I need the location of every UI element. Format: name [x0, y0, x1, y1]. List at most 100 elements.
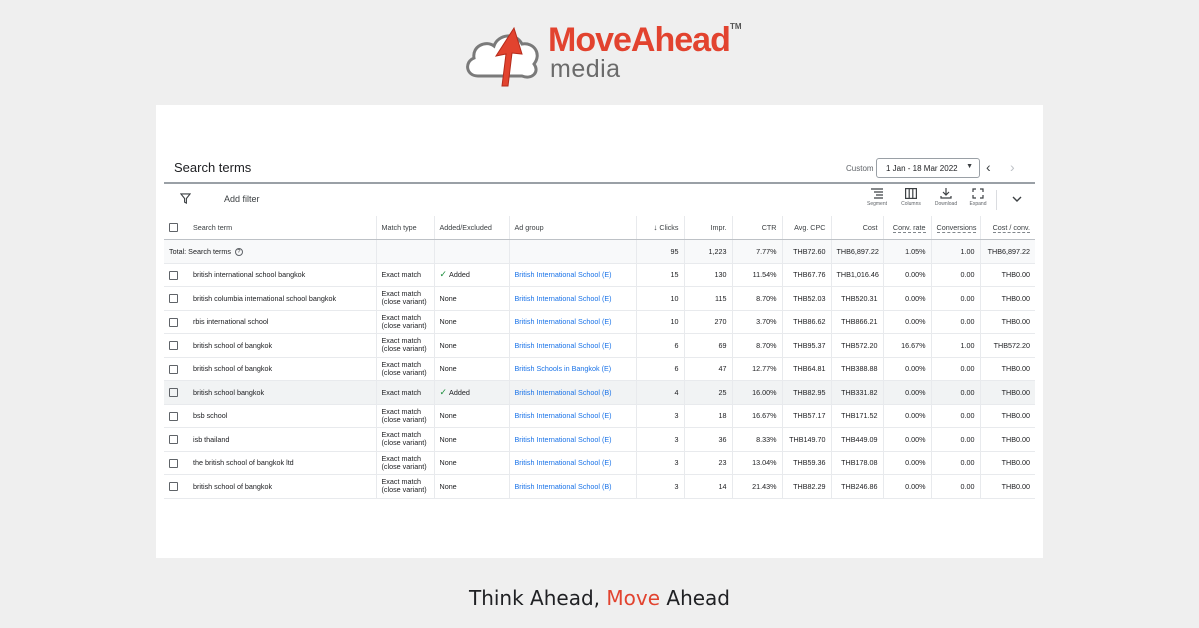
added-status: None	[439, 411, 457, 421]
ctr-value: 16.00%	[752, 387, 777, 397]
cell-added-excluded: None	[433, 451, 509, 475]
ctr-value: 8.70%	[756, 340, 777, 350]
cost-conv-value: THB0.00	[1001, 317, 1030, 327]
cell-conv-rate: 0.00%	[882, 310, 931, 334]
cell-avg-cpc: THB67.76	[781, 263, 831, 287]
col-ad-group[interactable]: Ad group	[508, 216, 636, 240]
add-filter-button[interactable]: Add filter	[224, 194, 260, 204]
table-row[interactable]: british school of bangkok Exact match (clo…	[164, 333, 1035, 358]
ad-group-link[interactable]: British International School (E)	[515, 317, 612, 326]
col-match-type[interactable]: Match type	[375, 216, 434, 240]
cell-avg-cpc: THB86.62	[781, 310, 831, 334]
cell-impr: 47	[683, 357, 732, 381]
col-search-term[interactable]: Search term	[188, 216, 376, 240]
cost-value: THB449.09	[841, 434, 878, 444]
impr-value: 18	[718, 411, 727, 421]
ad-group-link[interactable]: British International School (E)	[515, 341, 612, 350]
columns-button[interactable]: Columns	[896, 188, 926, 207]
cell-conversions: 0.00	[930, 404, 980, 428]
date-range-selector[interactable]: 1 Jan - 18 Mar 2022 ▼	[876, 158, 980, 178]
row-checkbox[interactable]	[169, 270, 178, 280]
ad-group-link[interactable]: British International School (B)	[515, 388, 612, 397]
cell-search-term: british international school bangkok	[188, 263, 376, 287]
table-row[interactable]: british international school bangkok Exac…	[164, 263, 1035, 287]
col-ctr[interactable]: CTR	[731, 216, 782, 240]
clicks-value: 6	[674, 364, 679, 374]
ad-group-link[interactable]: British International School (E)	[515, 270, 612, 279]
row-checkbox[interactable]	[169, 482, 178, 492]
match-type-line2: (close variant)	[381, 344, 427, 354]
row-checkbox[interactable]	[169, 341, 178, 351]
chevron-left-icon[interactable]: ‹	[986, 159, 991, 175]
col-clicks[interactable]: ↓ Clicks	[635, 216, 684, 240]
search-term: british school of bangkok	[193, 340, 273, 350]
row-checkbox[interactable]	[169, 294, 178, 304]
cell-cost: THB246.86	[830, 474, 883, 499]
cell-conversions: 0.00	[930, 310, 980, 334]
cell-clicks: 10	[635, 286, 684, 311]
row-checkbox[interactable]	[169, 458, 178, 468]
ctr-value: 21.43%	[752, 481, 777, 491]
row-checkbox[interactable]	[169, 364, 178, 374]
cell-added-excluded: None	[433, 427, 509, 452]
ad-group-link[interactable]: British International School (E)	[515, 435, 612, 444]
col-cost[interactable]: Cost	[830, 216, 883, 240]
chevron-right-icon[interactable]: ›	[1010, 159, 1015, 175]
table-row[interactable]: isb thailand Exact match (close variant) No…	[164, 427, 1035, 452]
ad-group-link[interactable]: British International School (B)	[515, 482, 612, 491]
col-added-excluded[interactable]: Added/Excluded	[433, 216, 509, 240]
match-type-line2: (close variant)	[381, 320, 427, 330]
ad-group-link[interactable]: British International School (E)	[515, 294, 612, 303]
table-row[interactable]: british school of bangkok Exact match (clo…	[164, 357, 1035, 381]
conversions-value: 0.00	[960, 481, 975, 491]
table-row[interactable]: bsb school Exact match (close variant) None…	[164, 404, 1035, 428]
select-all-checkbox-cell	[164, 216, 188, 240]
conv-rate-value: 0.00%	[905, 270, 926, 280]
cell-added-excluded: None	[433, 357, 509, 381]
conv-rate-value: 16.67%	[901, 340, 926, 350]
cell-clicks: 10	[635, 310, 684, 334]
help-icon[interactable]: ?	[234, 247, 243, 256]
row-checkbox[interactable]	[169, 435, 178, 445]
cost-conv-value: THB572.20	[993, 340, 1030, 350]
search-term: british school bangkok	[193, 387, 265, 397]
expand-button[interactable]: Expand	[963, 188, 993, 207]
col-cost-conv[interactable]: Cost / conv.	[979, 216, 1035, 240]
table-row[interactable]: british school bangkok Exact match ✓ Added B…	[164, 380, 1035, 405]
avg-cpc-value: THB64.81	[793, 364, 826, 374]
table-row[interactable]: british columbia international school ba…	[164, 286, 1035, 311]
col-avg-cpc[interactable]: Avg. CPC	[781, 216, 831, 240]
cell-impr: 130	[683, 263, 732, 287]
tagline-part1: Think Ahead,	[468, 586, 607, 610]
ad-group-link[interactable]: British International School (E)	[515, 458, 612, 467]
ctr-value: 11.54%	[752, 270, 777, 280]
col-impr[interactable]: Impr.	[683, 216, 732, 240]
row-checkbox[interactable]	[169, 317, 178, 327]
cell-conversions: 0.00	[930, 474, 980, 499]
impr-value: 23	[718, 458, 727, 468]
row-checkbox[interactable]	[169, 388, 178, 398]
download-button[interactable]: Download	[931, 188, 961, 207]
search-term: rbis international school	[193, 317, 269, 327]
download-icon	[940, 188, 952, 199]
ad-group-link[interactable]: British Schools in Bangkok (E)	[515, 364, 612, 373]
col-conversions[interactable]: Conversions	[930, 216, 980, 240]
total-cost-conv: THB6,897.22	[979, 239, 1035, 264]
table-row[interactable]: british school of bangkok Exact match (clo…	[164, 474, 1035, 499]
chevron-down-icon[interactable]	[1012, 195, 1022, 203]
segment-button[interactable]: Segment	[862, 188, 892, 207]
date-range-value: 1 Jan - 18 Mar 2022	[886, 164, 958, 173]
ctr-value: 16.67%	[752, 411, 777, 421]
filter-icon[interactable]	[180, 193, 191, 204]
ad-group-link[interactable]: British International School (E)	[515, 411, 612, 420]
cell-search-term: bsb school	[188, 404, 376, 428]
cell-conv-rate: 0.00%	[882, 474, 931, 499]
select-all-checkbox[interactable]	[169, 223, 178, 233]
table-row[interactable]: rbis international school Exact match (clo…	[164, 310, 1035, 334]
added-status: None	[439, 364, 457, 374]
table-row[interactable]: the british school of bangkok ltd Exact m…	[164, 451, 1035, 475]
row-checkbox-cell	[164, 310, 188, 334]
col-conv-rate[interactable]: Conv. rate	[882, 216, 931, 240]
cell-impr: 115	[683, 286, 732, 311]
row-checkbox[interactable]	[169, 411, 178, 421]
